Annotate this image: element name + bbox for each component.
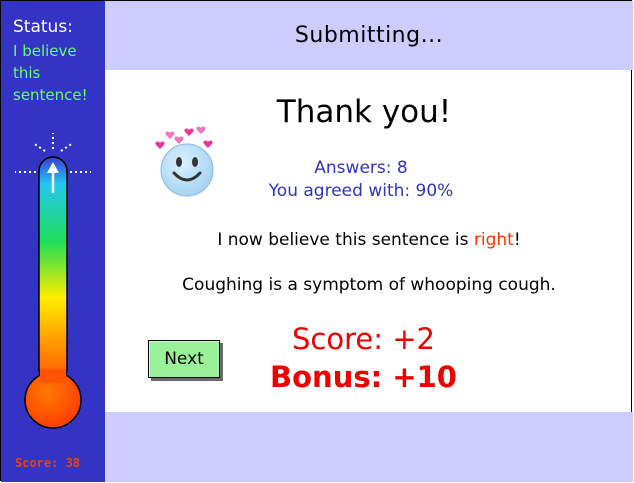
- belief-word: right: [473, 230, 514, 250]
- game-frame: Status: I believe this sentence! Score: …: [0, 0, 633, 482]
- belief-suffix: !: [513, 230, 521, 250]
- answers-summary: Answers: 8 You agreed with: 90%: [241, 157, 481, 203]
- bonus-display: Bonus: +10: [270, 360, 457, 394]
- status-title: Status:: [13, 17, 73, 37]
- score-display: Score: +2: [292, 322, 435, 356]
- agreement-percent: You agreed with: 90%: [268, 181, 454, 201]
- status-sidebar: Status: I believe this sentence! Score: …: [1, 1, 105, 482]
- sidebar-score: Score: 38: [15, 456, 81, 470]
- smiley-with-hearts-icon: [155, 126, 214, 197]
- header-title: Submitting...: [294, 23, 444, 48]
- footer-band: [105, 412, 633, 482]
- smiley-face: [160, 143, 214, 197]
- header-bar: Submitting...: [105, 1, 633, 70]
- answers-count: Answers: 8: [314, 158, 408, 178]
- thermometer-icon: [15, 133, 91, 429]
- belief-prefix: I now believe this sentence is: [217, 230, 474, 250]
- next-button[interactable]: Next: [148, 340, 220, 378]
- status-text: I believe this sentence!: [13, 42, 88, 104]
- sentence-text: Coughing is a symptom of whooping cough.: [182, 275, 556, 295]
- belief-statement: I now believe this sentence is right!: [105, 230, 633, 250]
